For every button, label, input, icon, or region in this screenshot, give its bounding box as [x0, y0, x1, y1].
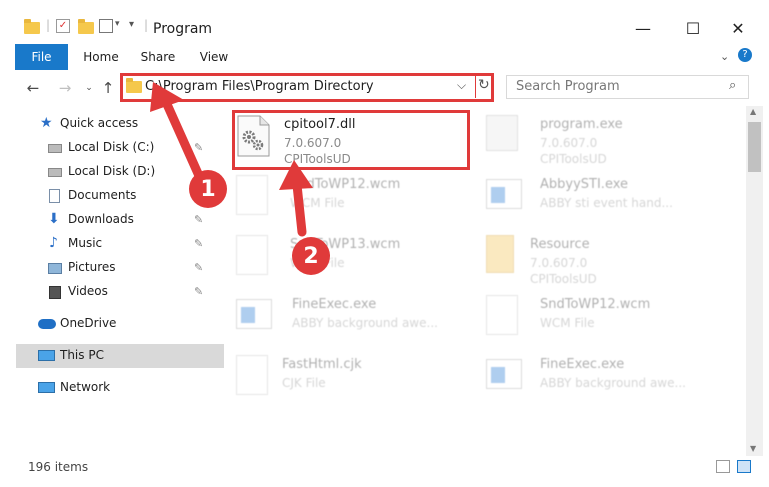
- callout-2: 2: [292, 237, 330, 275]
- annotation-arrows: [150, 82, 313, 237]
- arrow-1-shaft: [161, 97, 205, 183]
- arrow-2-head: [279, 160, 313, 190]
- arrow-2-shaft: [292, 180, 307, 237]
- callout-1: 1: [189, 170, 227, 208]
